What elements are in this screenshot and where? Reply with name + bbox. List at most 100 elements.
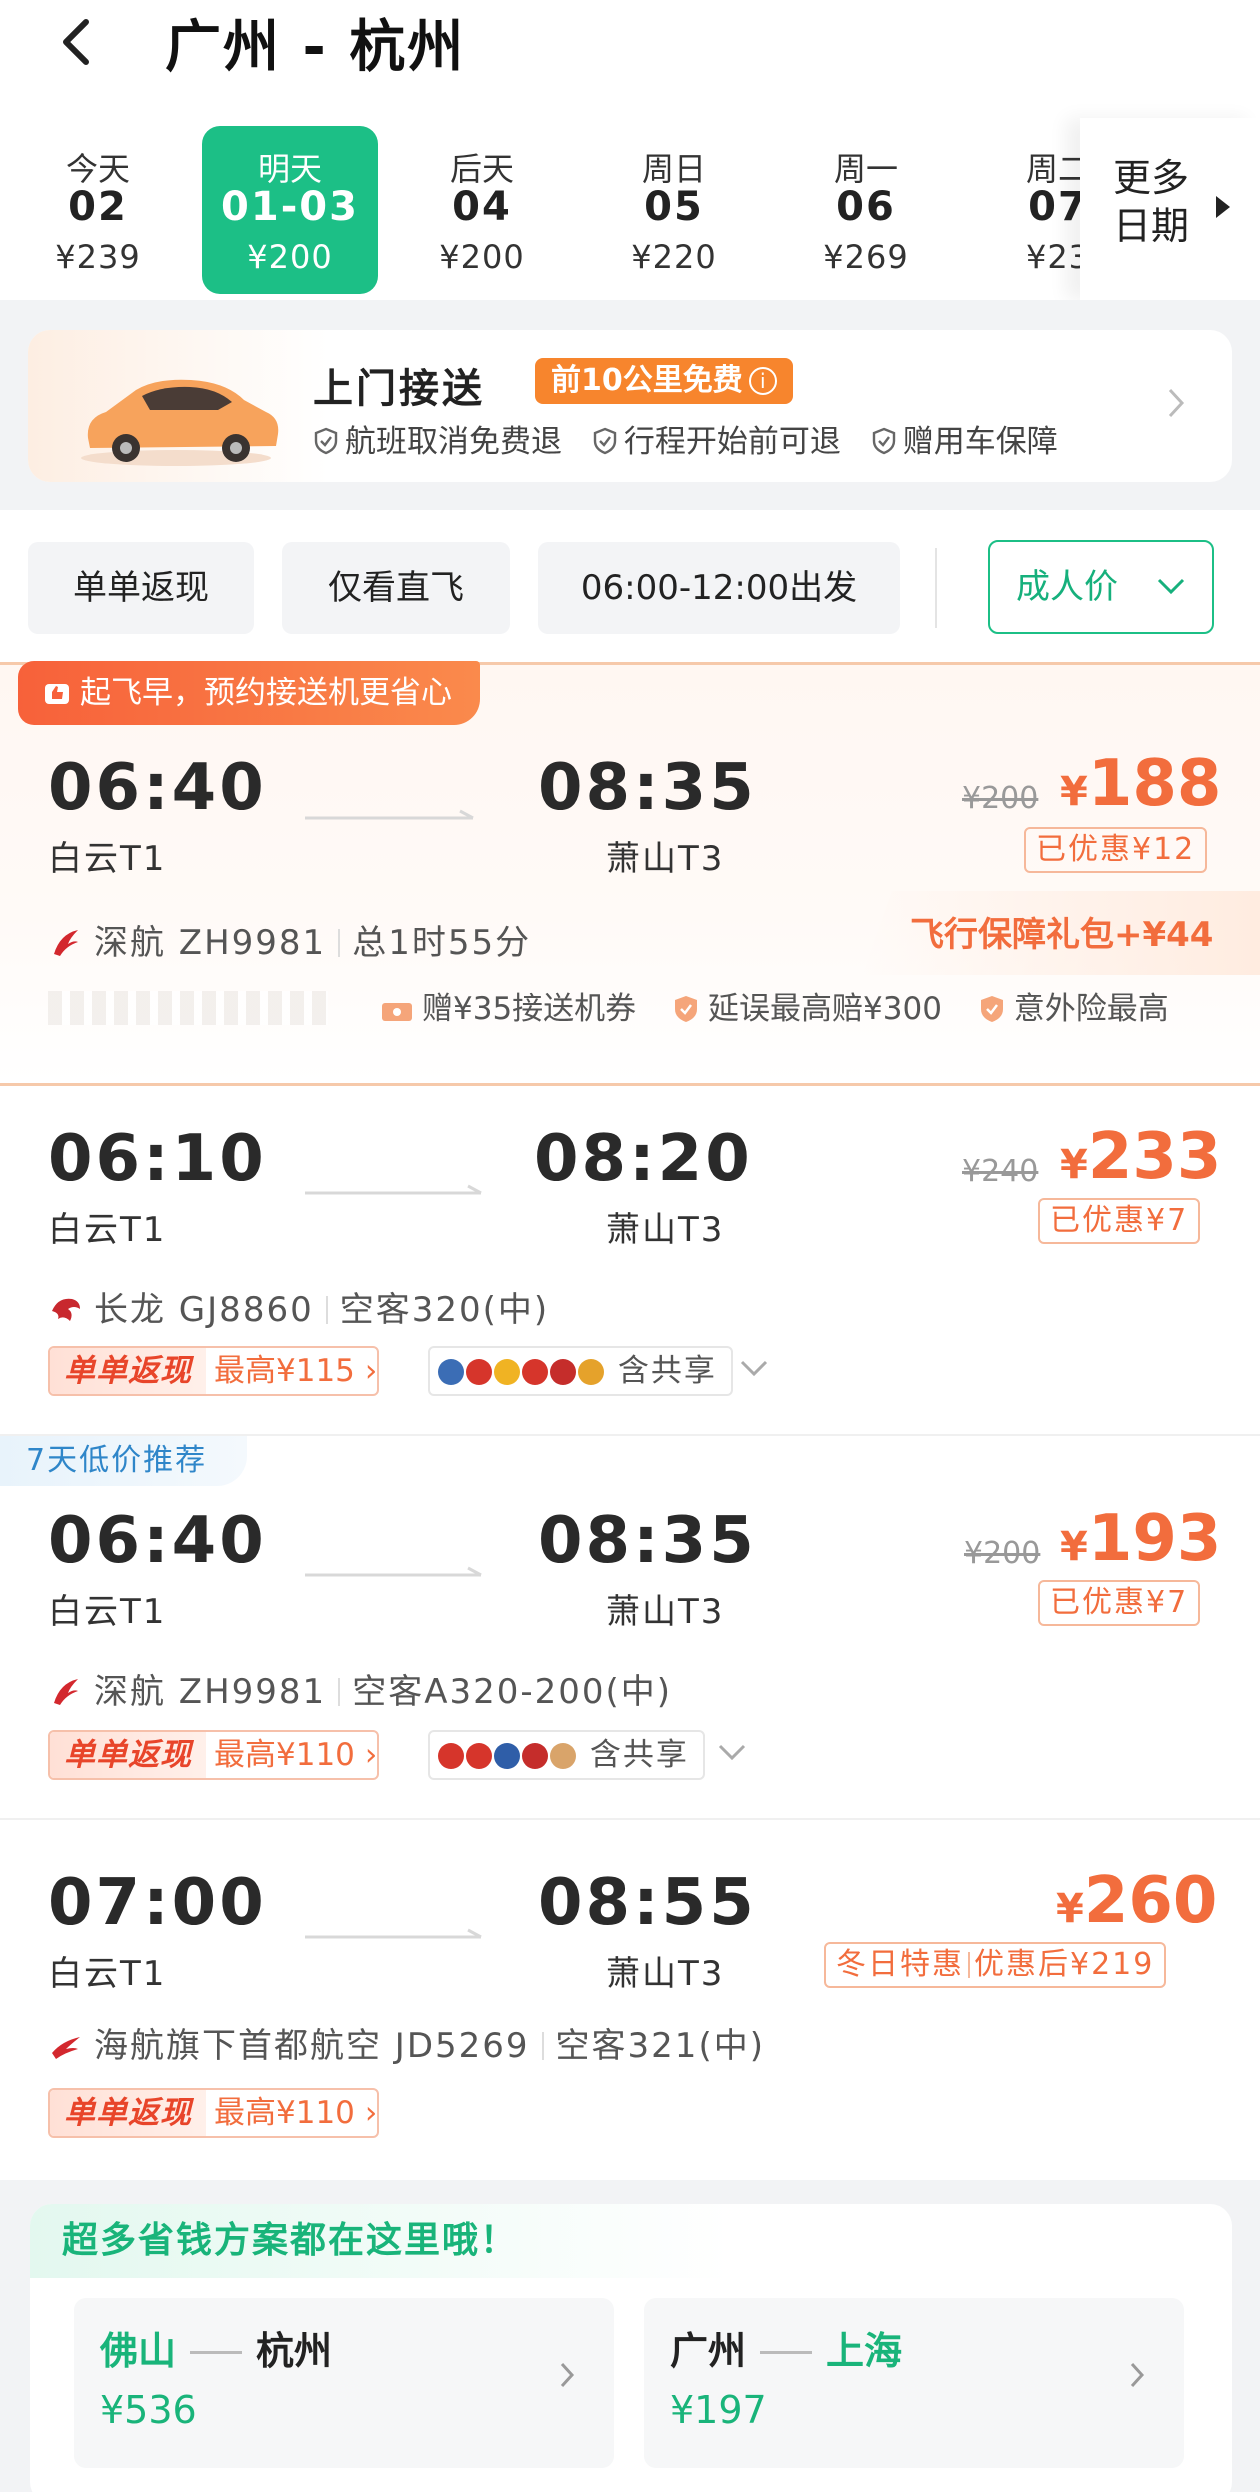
current-price: ¥193 — [1060, 1502, 1221, 1576]
arrival-time: 08:35 — [538, 751, 757, 825]
airline-flight-number: 长龙 GJ8860 — [94, 1290, 314, 1330]
cashback-badge[interactable]: 单单返现 最高¥115 › — [48, 1346, 380, 1396]
cashback-badge[interactable]: 单单返现 最高¥110 › — [48, 2088, 380, 2138]
yen-sign: ¥ — [1056, 1886, 1084, 1932]
cashback-badge[interactable]: 单单返现 最高¥110 › — [48, 1730, 380, 1780]
alt-route-card[interactable]: 佛山 杭州 ¥536 — [74, 2298, 614, 2468]
route-arrow — [190, 2351, 243, 2354]
yen-sign: ¥ — [1060, 769, 1088, 815]
perk-item: 赠¥35接送机券 — [380, 983, 636, 1028]
flight-card[interactable]: 7天低价推荐 06:40 白云T1 08:35 萧山T3 ¥200 ¥193 已… — [0, 1436, 1260, 1820]
filter-bar: 单单返现 仅看直飞 06:00-12:00出发 成人价 — [0, 510, 1260, 660]
chevron-down-icon[interactable] — [738, 1356, 770, 1380]
capital-airlines-logo — [52, 2037, 80, 2059]
price-value: 193 — [1087, 1502, 1222, 1576]
airline-info: 海航旗下首都航空 JD5269 空客321(中) — [48, 2018, 765, 2067]
shield-icon — [980, 996, 1003, 1022]
chevron-right-icon — [560, 2362, 575, 2388]
flight-arrow — [305, 1566, 482, 1577]
date-number: 01-03 — [221, 184, 359, 230]
date-item-clipped-container: 周二 07 ¥23 — [1000, 118, 1080, 300]
shield-check-icon — [314, 427, 338, 455]
date-number: 04 — [452, 184, 512, 230]
filter-divider — [935, 548, 937, 628]
airline-logos-strip — [438, 1353, 606, 1389]
departure-terminal: 白云T1 — [48, 839, 167, 879]
filter-cashback-chip[interactable]: 单单返现 — [28, 542, 254, 634]
savings-section: 超多省钱方案都在这里哦！ 佛山 杭州 ¥536 广州 上海 ¥197 — [0, 2180, 1260, 2492]
back-icon[interactable] — [48, 12, 108, 72]
date-item-day-after[interactable]: 后天 04 ¥200 — [394, 126, 570, 294]
adult-price-dropdown[interactable]: 成人价 — [988, 540, 1214, 634]
flight-arrow — [305, 1184, 482, 1195]
arrival-time: 08:20 — [534, 1122, 753, 1196]
adult-price-label: 成人价 — [1016, 567, 1118, 607]
airline-logo — [522, 1359, 548, 1385]
airline-logo — [438, 1359, 464, 1385]
airline-info: 长龙 GJ8860 空客320(中) — [48, 1282, 549, 1331]
cashback-label: 单单返现 — [50, 1732, 206, 1778]
arrival-terminal: 萧山T3 — [606, 839, 725, 879]
separator — [325, 1296, 328, 1324]
pickup-feature: 赠用车保障 — [871, 416, 1058, 461]
separator — [968, 1952, 970, 1978]
route-price: ¥536 — [100, 2388, 197, 2432]
route-to: 杭州 — [256, 2329, 333, 2373]
flight-card[interactable]: 07:00 白云T1 08:55 萧山T3 ¥260 冬日特惠 优惠后¥219 海… — [0, 1820, 1260, 2180]
alt-route-card[interactable]: 广州 上海 ¥197 — [644, 2298, 1184, 2468]
header: 广州 - 杭州 — [0, 0, 1260, 90]
perk-text: 意外险最高 — [1013, 991, 1169, 1027]
flight-duration: 总1时55分 — [352, 923, 532, 963]
route-from: 佛山 — [100, 2329, 177, 2373]
separator — [541, 2032, 544, 2060]
more-dates-line1: 更多 — [1113, 156, 1190, 200]
flight-card[interactable]: 06:10 白云T1 08:20 萧山T3 ¥240 ¥233 已优惠¥7 长龙… — [0, 1086, 1260, 1436]
original-price: ¥200 — [962, 781, 1039, 816]
cashback-label: 单单返现 — [50, 1348, 206, 1394]
blurred-content — [48, 991, 328, 1025]
airline-logo — [550, 1743, 576, 1769]
discount-badge: 已优惠¥7 — [1038, 1580, 1201, 1626]
aircraft-type: 空客321(中) — [555, 2026, 765, 2066]
date-price: ¥23 — [1025, 238, 1080, 276]
pickup-feature: 行程开始前可退 — [592, 416, 841, 461]
shield-check-icon — [872, 427, 895, 455]
more-dates-line2: 日期 — [1113, 204, 1190, 248]
price-value: 233 — [1087, 1120, 1222, 1194]
flight-card-featured[interactable]: 起飞早，预约接送机更省心 06:40 白云T1 08:35 萧山T3 ¥200 … — [0, 661, 1260, 1086]
date-item-tomorrow-selected[interactable]: 明天 01-03 ¥200 — [202, 126, 378, 294]
date-item-today[interactable]: 今天 02 ¥239 — [10, 126, 186, 294]
departure-time: 06:40 — [48, 751, 267, 825]
promo-text: 起飞早，预约接送机更省心 — [80, 675, 452, 711]
codeshare-badge[interactable]: 含共享 — [428, 1730, 705, 1780]
separator — [338, 1678, 341, 1706]
page-title: 广州 - 杭州 — [165, 15, 466, 80]
codeshare-text: 含共享 — [617, 1353, 717, 1389]
date-item-tuesday[interactable]: 周二 07 ¥23 — [1000, 126, 1080, 294]
date-item-sunday[interactable]: 周日 05 ¥220 — [586, 126, 762, 294]
pickup-service-card[interactable]: 上门接送 前10公里免费 i 航班取消免费退 行程开始前可退 赠用车保障 — [28, 330, 1232, 482]
filter-direct-chip[interactable]: 仅看直飞 — [282, 542, 510, 634]
current-price: ¥233 — [1060, 1120, 1221, 1194]
airline-flight-number: 深航 ZH9981 — [94, 1672, 327, 1712]
more-dates-button[interactable]: 更多 日期 — [1080, 118, 1260, 300]
shield-icon — [675, 996, 698, 1022]
pickup-features: 航班取消免费退 行程开始前可退 赠用车保障 — [313, 416, 1078, 461]
yen-sign: ¥ — [1060, 1524, 1088, 1570]
chevron-down-icon[interactable] — [716, 1740, 748, 1764]
original-price: ¥200 — [964, 1536, 1041, 1571]
chevron-right-icon — [1168, 388, 1185, 418]
codeshare-badge[interactable]: 含共享 — [428, 1346, 733, 1396]
airline-info: 深航 ZH9981 总1时55分 — [48, 915, 531, 964]
info-icon[interactable]: i — [748, 367, 777, 395]
gift-package-link[interactable]: 飞行保障礼包+¥44 — [910, 907, 1213, 956]
departure-time: 06:10 — [48, 1122, 267, 1196]
perk-text: 延误最高赔¥300 — [708, 991, 942, 1027]
date-number: 07 — [1028, 184, 1080, 230]
filter-time-chip[interactable]: 06:00-12:00出发 — [538, 542, 900, 634]
chevron-right-icon: › — [364, 2095, 378, 2131]
savings-card: 超多省钱方案都在这里哦！ 佛山 杭州 ¥536 广州 上海 ¥197 — [30, 2204, 1232, 2492]
date-number: 02 — [68, 184, 128, 230]
date-item-monday[interactable]: 周一 06 ¥269 — [778, 126, 954, 294]
codeshare-text: 含共享 — [589, 1737, 689, 1773]
